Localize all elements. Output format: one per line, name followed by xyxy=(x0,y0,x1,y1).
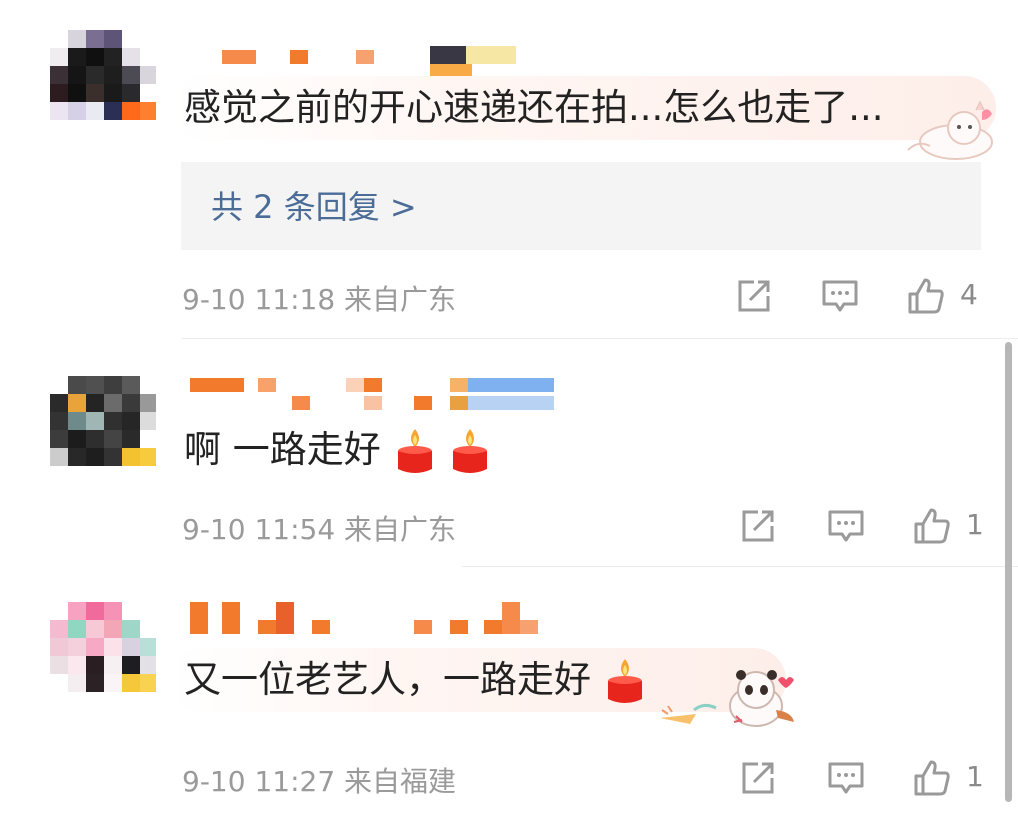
share-icon[interactable] xyxy=(738,506,778,546)
comment-meta: 9-10 11:27 来自福建 xyxy=(182,760,456,800)
thumbs-up-icon[interactable] xyxy=(906,276,946,316)
share-icon[interactable] xyxy=(738,758,778,798)
comment-location: 来自广东 xyxy=(344,283,457,316)
comment-divider xyxy=(182,338,1018,339)
comment-actions: 1 xyxy=(738,758,988,798)
thumbs-up-icon[interactable] xyxy=(912,506,952,546)
thumbs-up-icon[interactable] xyxy=(912,758,952,798)
avatar[interactable] xyxy=(50,602,156,706)
like-count: 1 xyxy=(966,760,984,793)
avatar[interactable] xyxy=(50,376,156,480)
cat-sticker-icon xyxy=(907,100,993,160)
panda-sticker-icon xyxy=(660,670,794,727)
avatar[interactable] xyxy=(50,30,156,134)
comment-text: 感觉之前的开心速递还在拍...怎么也走了... xyxy=(184,86,884,129)
like-count: 4 xyxy=(960,278,978,311)
reply-summary-box[interactable]: 共 2 条回复 > xyxy=(181,162,981,250)
scrollbar[interactable] xyxy=(1005,342,1012,802)
view-replies-link[interactable]: 共 2 条回复 > xyxy=(211,182,417,228)
comment-icon[interactable] xyxy=(826,506,866,546)
comment-time: 9-10 11:27 xyxy=(182,765,336,798)
candle-emoji-icon xyxy=(607,658,642,703)
comment-divider xyxy=(462,566,1018,567)
comment-actions: 4 xyxy=(734,276,994,316)
comment-time: 9-10 11:18 xyxy=(182,283,336,316)
comment-actions: 1 xyxy=(738,506,988,546)
comment-meta: 9-10 11:54 来自广东 xyxy=(182,508,456,548)
comment-location: 来自福建 xyxy=(344,765,457,798)
candle-emoji-icon xyxy=(397,428,432,473)
share-icon[interactable] xyxy=(734,276,774,316)
comment-meta: 9-10 11:18 来自广东 xyxy=(182,278,456,318)
candle-emoji-icon xyxy=(453,428,488,473)
comment-location: 来自广东 xyxy=(344,513,457,546)
comment-time: 9-10 11:54 xyxy=(182,513,336,546)
like-count: 1 xyxy=(966,508,984,541)
comment-text: 啊 一路走好 xyxy=(184,426,492,477)
comment-icon[interactable] xyxy=(820,276,860,316)
comment-text: 又一位老艺人，一路走好 xyxy=(184,656,647,707)
comment-icon[interactable] xyxy=(826,758,866,798)
